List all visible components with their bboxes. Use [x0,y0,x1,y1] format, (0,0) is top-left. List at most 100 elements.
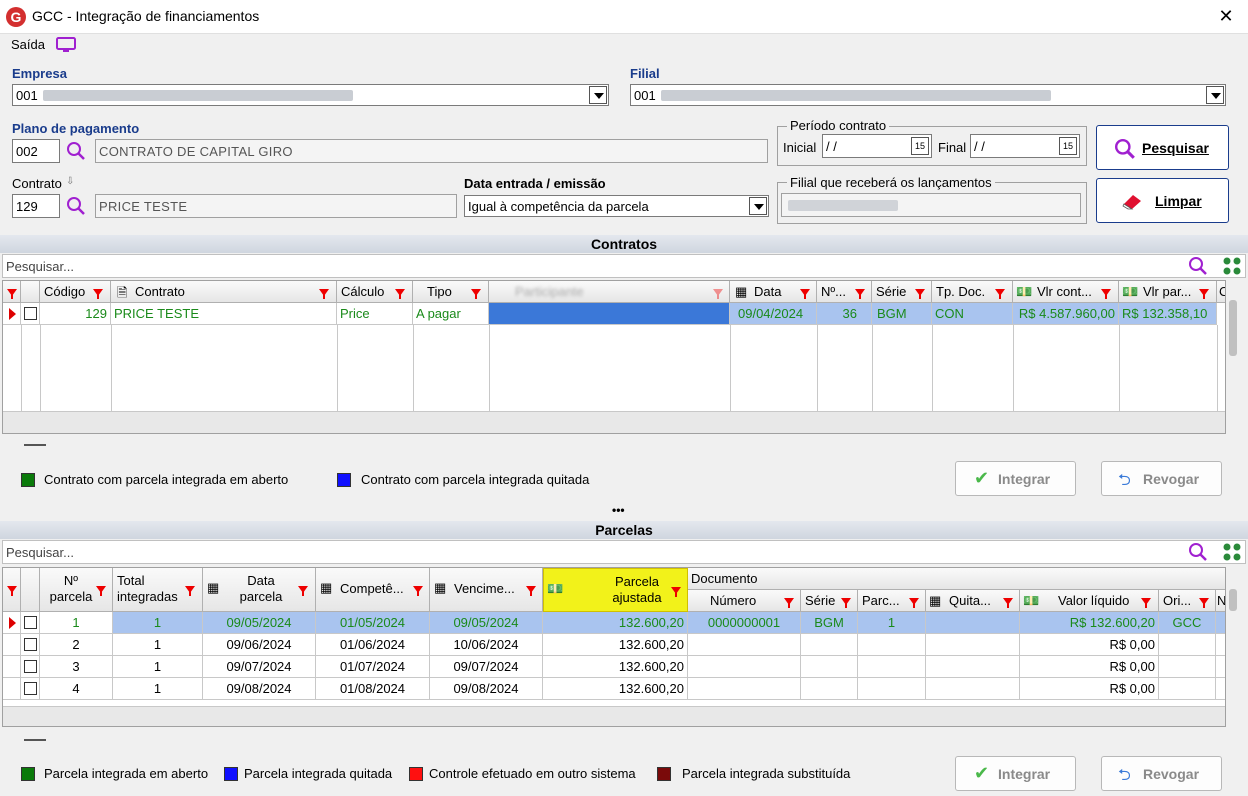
col-label: Contrato [135,284,185,299]
integrar-parcelas-button[interactable]: ✔ Integrar [955,756,1076,791]
col-origem[interactable]: Ori... [1159,590,1216,612]
minimize-bar-icon[interactable] [24,444,46,446]
col-n[interactable]: N [1216,590,1225,612]
col-tipo[interactable]: Tipo [413,281,489,303]
contratos-grid: Código 🗎 Contrato Cálculo Tipo Participan… [2,280,1226,434]
cell-tpdoc: CON [935,306,964,321]
money-icon: 💵 [547,581,564,596]
col-parc[interactable]: Parc... [858,590,926,612]
col-vlr-par[interactable]: 💵 Vlr par... [1119,281,1217,303]
cell-num: 1 [72,615,80,630]
money-icon: 💵 [1023,593,1040,608]
legend-darkred-square [657,767,671,781]
integrar-button[interactable]: ✔ Integrar [955,461,1076,496]
splitter-handle[interactable]: ••• [612,503,625,517]
search-icon[interactable] [66,196,86,216]
cell-compet: 01/06/2024 [339,637,406,652]
row-checkbox[interactable] [21,612,40,634]
redacted-text [661,90,1051,101]
monitor-icon[interactable] [56,37,76,53]
final-value: / / [974,139,985,154]
calendar-icon[interactable]: 15 [1059,137,1077,155]
col-num[interactable]: Nº... [817,281,872,303]
row-checkbox[interactable] [21,634,40,656]
vertical-scrollbar[interactable] [1229,300,1237,356]
col-total[interactable]: Total integradas [113,568,203,612]
cell-data: 09/08/2024 [226,681,292,696]
menu-saida[interactable]: Saída [11,37,45,52]
calendar-icon: ▦ [320,580,333,595]
col-vlr-cont[interactable]: 💵 Vlr cont... [1013,281,1119,303]
col-label: Parc... [862,593,900,608]
row-checkbox[interactable] [21,678,40,700]
cell-num: 36 [842,306,857,321]
search-icon[interactable] [66,141,86,161]
vertical-scrollbar[interactable] [1229,589,1237,611]
integrar-label: Integrar [998,471,1051,487]
horizontal-scrollbar[interactable] [3,706,1225,726]
row-checkbox[interactable] [21,303,40,325]
col-numero[interactable]: Número [688,590,801,612]
search-icon[interactable] [1188,542,1208,562]
legend-label: Parcela integrada quitada [244,766,393,781]
calendar-icon[interactable]: 15 [911,137,929,155]
horizontal-scrollbar[interactable] [3,411,1225,433]
col-calculo[interactable]: Cálculo [337,281,413,303]
revogar-button[interactable]: ⮌ Revogar [1101,461,1222,496]
col-data-parcela[interactable]: ▦ Data parcela [203,568,316,612]
col-participante[interactable]: Participante [489,281,730,303]
cell-codigo: 129 [85,306,107,321]
revogar-parcelas-button[interactable]: ⮌ Revogar [1101,756,1222,791]
cell-serie: BGM [814,615,844,630]
expand-icon[interactable] [1221,256,1243,276]
pesquisar-label: Pesquisar [1142,140,1209,156]
contrato-label: Contrato [12,176,62,191]
limpar-button[interactable]: Limpar [1096,178,1229,223]
col-tpdoc[interactable]: Tp. Doc. [932,281,1013,303]
cell-parc: 1 [887,615,896,630]
legend-blue-square [224,767,238,781]
col-label: Data parcela [239,573,283,604]
search-icon [1114,138,1135,159]
contrato-code-input[interactable]: 129 [12,194,60,218]
col-num-parcela[interactable]: Nº parcela [40,568,113,612]
expand-icon[interactable] [1221,542,1243,562]
pesquisar-button[interactable]: Pesquisar [1096,125,1229,170]
col-label: Vlr par... [1143,284,1192,299]
chevron-down-icon[interactable] [1206,86,1224,104]
cell-calculo: Price [340,306,370,321]
window-title: GCC - Integração de financiamentos [32,8,260,24]
close-icon[interactable]: ✕ [1214,4,1238,28]
col-contrato[interactable]: 🗎 Contrato [111,281,337,303]
contratos-search-input[interactable]: Pesquisar... [2,254,1246,278]
parcelas-search-input[interactable]: Pesquisar... [2,540,1246,564]
row-pointer-icon [9,617,16,629]
minimize-bar-icon[interactable] [24,739,46,741]
col-data[interactable]: ▦ Data [730,281,817,303]
col-competencia[interactable]: ▦ Competê... [316,568,430,612]
search-icon[interactable] [1188,256,1208,276]
col-quitacao[interactable]: ▦ Quita... [926,590,1020,612]
col-serie[interactable]: Série [801,590,858,612]
col-label: Vlr cont... [1037,284,1092,299]
data-entrada-select[interactable]: Igual à competência da parcela [464,195,769,217]
col-c[interactable]: C [1217,281,1225,303]
col-parcela-ajustada[interactable]: 💵 Parcela ajustada [543,568,688,612]
row-checkbox[interactable] [21,656,40,678]
final-label: Final [938,140,967,155]
filial-select[interactable]: 001 [630,84,1226,106]
final-date-input[interactable]: / / 15 [970,134,1080,158]
cell-venc: 09/08/2024 [453,681,519,696]
col-vencimento[interactable]: ▦ Vencime... [430,568,543,612]
empresa-select[interactable]: 001 [12,84,609,106]
inicial-date-input[interactable]: / / 15 [822,134,932,158]
plano-code-input[interactable]: 002 [12,139,60,163]
col-valor-liquido[interactable]: 💵 Valor líquido [1020,590,1159,612]
col-label: Quita... [949,593,991,608]
col-serie[interactable]: Série [872,281,932,303]
cell-compet: 01/05/2024 [339,615,406,630]
chevron-down-icon[interactable] [589,86,607,104]
chevron-down-icon[interactable] [749,197,767,215]
col-label: Tp. Doc. [936,284,986,299]
col-codigo[interactable]: Código [40,281,111,303]
